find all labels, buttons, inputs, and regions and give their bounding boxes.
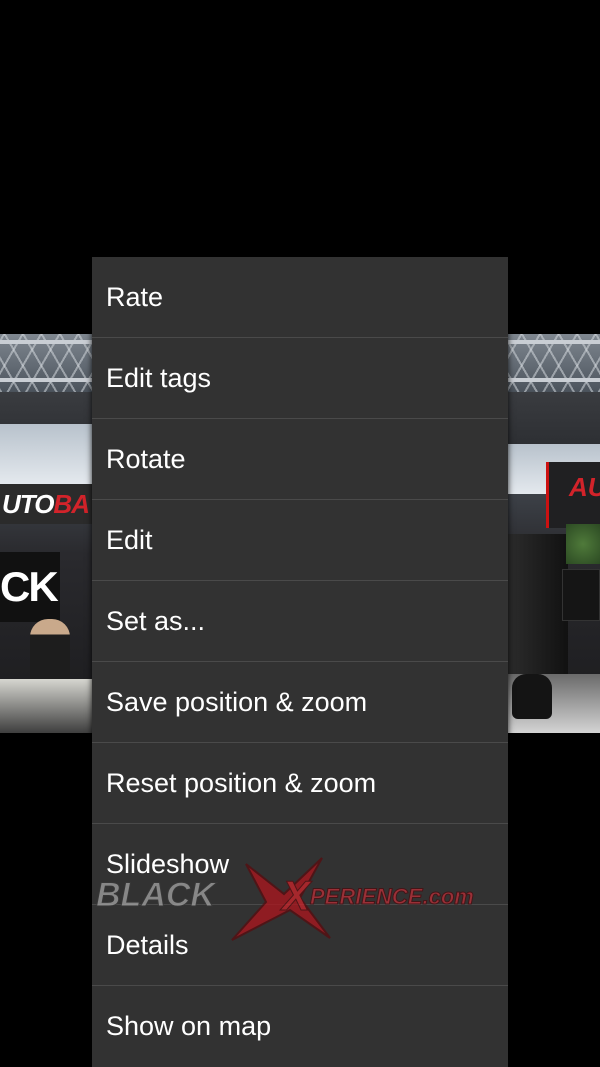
photo-speaker [562, 569, 600, 621]
photo-worker [512, 674, 552, 719]
event-banner-right: AUTO [546, 462, 600, 528]
menu-item-reset-position-zoom[interactable]: Reset position & zoom [92, 743, 508, 824]
event-banner-left: UTOBA [0, 484, 92, 524]
menu-item-save-position-zoom[interactable]: Save position & zoom [92, 662, 508, 743]
menu-item-edit-tags[interactable]: Edit tags [92, 338, 508, 419]
menu-item-set-as[interactable]: Set as... [92, 581, 508, 662]
menu-item-show-on-map[interactable]: Show on map [92, 986, 508, 1067]
menu-item-details[interactable]: Details [92, 905, 508, 986]
photo-desk [0, 679, 92, 733]
menu-item-rotate[interactable]: Rotate [92, 419, 508, 500]
menu-item-rate[interactable]: Rate [92, 257, 508, 338]
photo-tree [566, 524, 600, 564]
menu-item-edit[interactable]: Edit [92, 500, 508, 581]
sky-area [0, 424, 92, 484]
event-sign-left: CK [0, 552, 60, 622]
options-menu: Rate Edit tags Rotate Edit Set as... Sav… [92, 257, 508, 1067]
menu-item-slideshow[interactable]: Slideshow [92, 824, 508, 905]
